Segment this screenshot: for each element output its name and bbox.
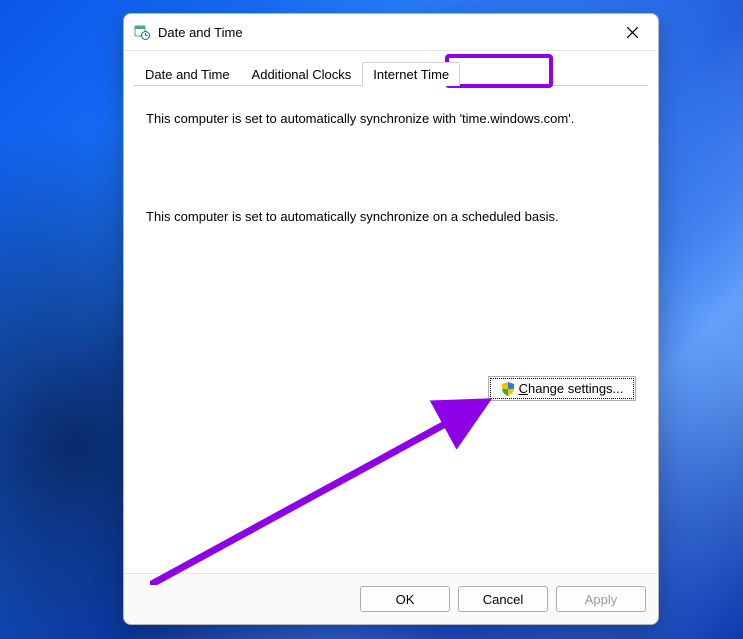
uac-shield-icon [501, 382, 515, 396]
sync-schedule-text: This computer is set to automatically sy… [146, 208, 636, 226]
dialog-button-row: OK Cancel Apply [124, 573, 658, 624]
desktop-wallpaper: Date and Time Date and Time Additional C… [0, 0, 743, 639]
apply-button[interactable]: Apply [556, 586, 646, 612]
close-button[interactable] [610, 14, 654, 50]
tab-internet-time[interactable]: Internet Time [362, 62, 460, 86]
titlebar: Date and Time [124, 14, 658, 51]
cancel-button[interactable]: Cancel [458, 586, 548, 612]
window-title: Date and Time [158, 25, 610, 40]
tab-content: This computer is set to automatically sy… [124, 86, 658, 573]
tabs-region: Date and Time Additional Clocks Internet… [124, 51, 658, 86]
tab-additional-clocks[interactable]: Additional Clocks [241, 62, 363, 86]
tabstrip: Date and Time Additional Clocks Internet… [134, 57, 648, 86]
change-settings-button[interactable]: Change settings... [488, 376, 636, 401]
tab-date-and-time[interactable]: Date and Time [134, 62, 241, 86]
change-settings-label: Change settings... [519, 381, 624, 396]
date-and-time-dialog: Date and Time Date and Time Additional C… [123, 13, 659, 625]
sync-server-text: This computer is set to automatically sy… [146, 110, 636, 128]
date-time-icon [134, 24, 150, 40]
ok-button[interactable]: OK [360, 586, 450, 612]
